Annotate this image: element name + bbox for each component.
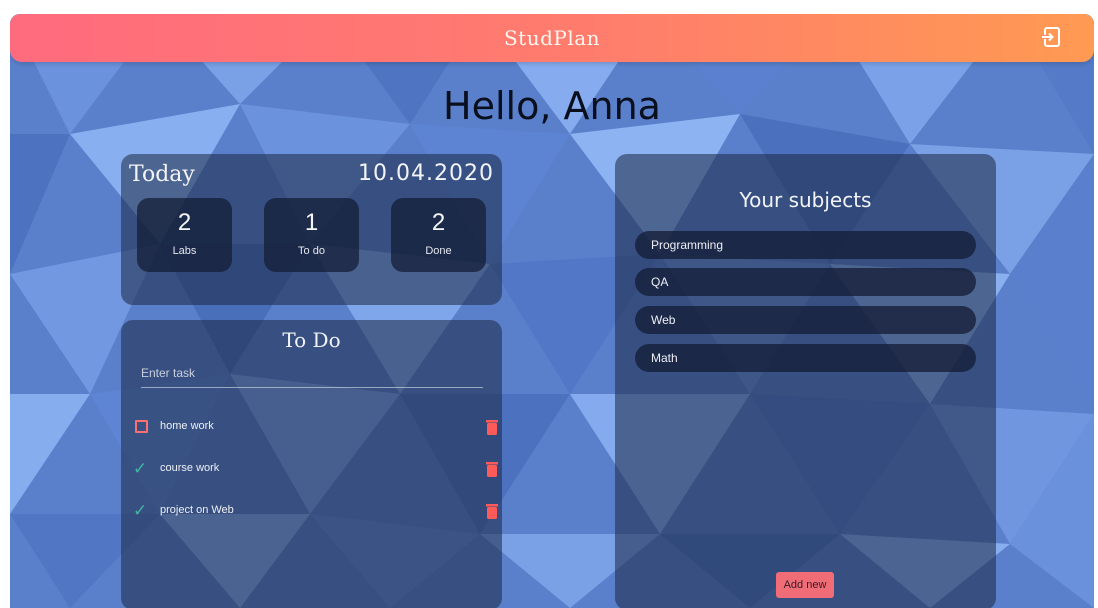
task-text: course work [160,462,220,474]
task-item: home work [133,416,498,438]
stat-labs: 2 Labs [137,198,232,272]
stat-value: 2 [431,209,446,236]
checkmark-icon[interactable]: ✓ [133,503,149,520]
greeting-heading: Hello, Anna [443,84,661,128]
task-item: ✓ course work [133,458,498,480]
stat-done: 2 Done [391,198,486,272]
stat-label: Done [425,245,452,257]
task-item: ✓ project on Web [133,500,498,522]
add-subject-button[interactable]: Add new [776,572,834,598]
subject-item-math[interactable]: Math [635,344,976,372]
subjects-title: Your subjects [739,188,872,212]
today-title: Today [129,162,195,187]
task-text: project on Web [160,504,234,516]
subject-item-qa[interactable]: QA [635,268,976,296]
checkbox-unchecked-icon[interactable] [135,420,148,433]
stat-value: 1 [304,209,319,236]
trash-icon[interactable] [485,503,499,519]
today-date: 10.04.2020 [358,161,494,186]
trash-icon[interactable] [485,461,499,477]
top-bar: StudPlan [10,14,1094,62]
logout-icon[interactable] [1040,26,1062,48]
subject-item-programming[interactable]: Programming [635,231,976,259]
task-text: home work [160,420,214,432]
trash-icon[interactable] [485,419,499,435]
task-input[interactable] [141,358,483,388]
checkmark-icon[interactable]: ✓ [133,461,149,478]
subject-item-web[interactable]: Web [635,306,976,334]
subjects-panel: Your subjects Programming QA Web Math Ad… [615,154,996,608]
app-title: StudPlan [503,26,601,50]
today-panel: Today 10.04.2020 2 Labs 1 To do 2 Done [121,154,502,305]
todo-title: To Do [282,328,341,352]
stat-label: Labs [172,245,197,257]
todo-panel: To Do home work ✓ course work ✓ project … [121,320,502,608]
stat-todo: 1 To do [264,198,359,272]
stat-value: 2 [177,209,192,236]
app-window: StudPlan Hello, Anna Today 10.04.2020 2 … [10,14,1094,608]
stat-label: To do [298,245,325,257]
